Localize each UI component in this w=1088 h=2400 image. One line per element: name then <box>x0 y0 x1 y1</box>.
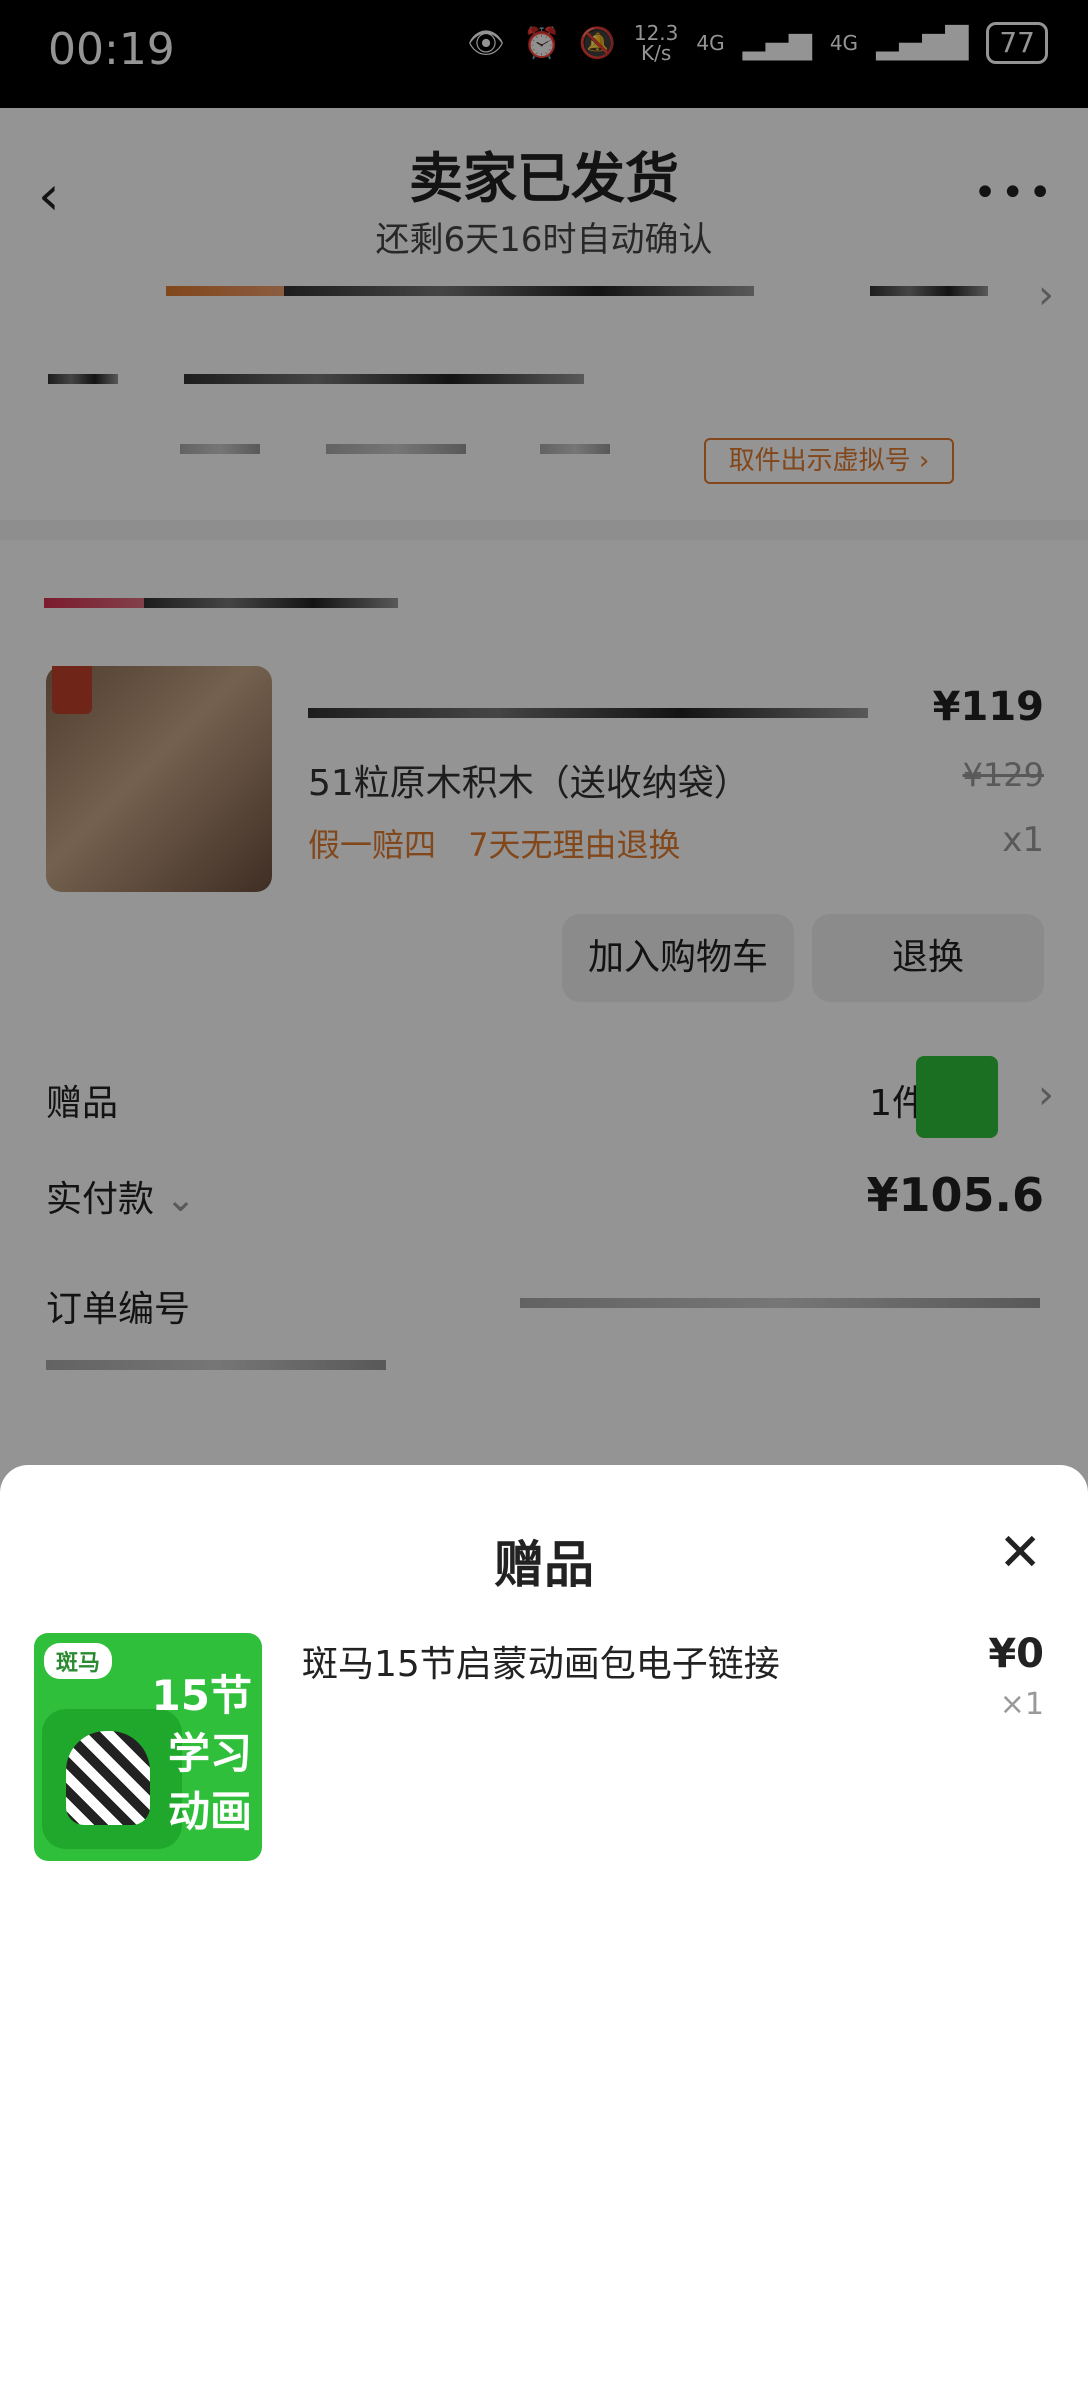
gift-image-text: 学习 <box>167 1729 252 1778</box>
gift-image-text: 动画 <box>167 1787 252 1836</box>
gift-bottom-sheet: 赠品 ✕ 斑马 15节 学习 动画 斑马15节启蒙动画包电子链接 ¥0 ×1 <box>0 1465 1088 2400</box>
gift-item-name[interactable]: 斑马15节启蒙动画包电子链接 <box>302 1635 780 1687</box>
gift-brand-badge: 斑马 <box>44 1643 113 1679</box>
close-icon[interactable]: ✕ <box>998 1527 1042 1579</box>
sheet-title: 赠品 <box>494 1536 594 1594</box>
gift-item-price: ¥0 <box>988 1631 1044 1677</box>
zebra-icon <box>42 1709 182 1849</box>
gift-item-quantity: ×1 <box>999 1687 1044 1722</box>
gift-image-text: 15节 <box>151 1671 252 1720</box>
gift-item-image[interactable]: 斑马 15节 学习 动画 <box>34 1633 262 1861</box>
